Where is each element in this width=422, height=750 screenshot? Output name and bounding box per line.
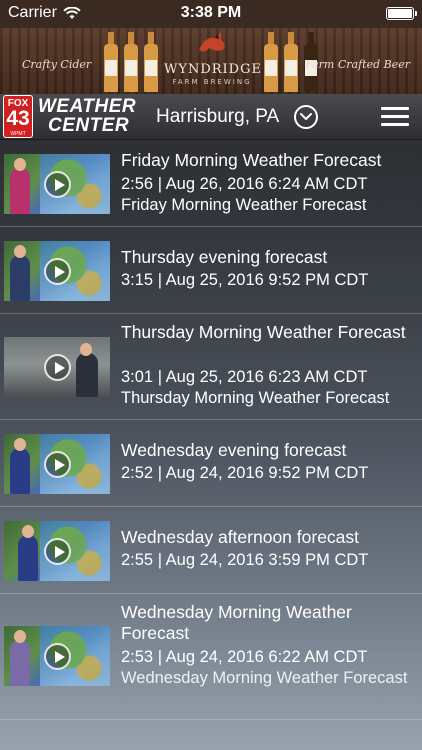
video-thumbnail[interactable] xyxy=(4,434,110,494)
bottle-image xyxy=(144,32,158,92)
video-list-item[interactable]: Wednesday Morning Weather Forecast 2:53 … xyxy=(0,594,422,720)
clock: 3:38 PM xyxy=(180,4,242,21)
video-description: Thursday Morning Weather Forecast xyxy=(121,389,390,407)
video-list-item[interactable]: Thursday Morning Weather Forecast 3:01 |… xyxy=(0,314,422,420)
video-meta: 2:55 | Aug 24, 2016 3:59 PM CDT xyxy=(121,551,369,569)
video-thumbnail[interactable] xyxy=(4,521,110,581)
fox43-logo: FOX 43 WPMT xyxy=(3,95,33,138)
weather-center-logo: WEATHER CENTER xyxy=(38,97,136,135)
video-list-item[interactable]: Friday Morning Weather Forecast 2:56 | A… xyxy=(0,140,422,227)
video-list-item[interactable]: Wednesday evening forecast 2:52 | Aug 24… xyxy=(0,420,422,507)
video-list-item[interactable]: Wednesday afternoon forecast 2:55 | Aug … xyxy=(0,507,422,594)
play-icon[interactable] xyxy=(44,354,71,381)
ad-left-text: Crafty Cider xyxy=(22,58,92,71)
video-title: Wednesday Morning Weather Forecast xyxy=(121,602,352,643)
video-meta: 3:01 | Aug 25, 2016 6:23 AM CDT xyxy=(121,368,368,386)
location-dropdown-button[interactable] xyxy=(294,105,318,129)
play-icon[interactable] xyxy=(44,171,71,198)
video-description: Wednesday Morning Weather Forecast xyxy=(121,669,408,687)
status-bar: Carrier 3:38 PM xyxy=(0,0,422,28)
play-icon[interactable] xyxy=(44,538,71,565)
video-meta: 3:15 | Aug 25, 2016 9:52 PM CDT xyxy=(121,271,369,289)
video-title: Thursday evening forecast xyxy=(121,247,328,267)
play-icon[interactable] xyxy=(44,258,71,285)
app-header: FOX 43 WPMT WEATHER CENTER Harrisburg, P… xyxy=(0,94,422,140)
logo-line-1: WEATHER xyxy=(38,96,137,117)
ad-brand: WYNDRIDGE xyxy=(164,62,262,77)
bottle-image xyxy=(104,32,118,92)
location-label[interactable]: Harrisburg, PA xyxy=(156,106,279,128)
video-list: Friday Morning Weather Forecast 2:56 | A… xyxy=(0,140,422,750)
ad-right-text: Farm Crafted Beer xyxy=(305,58,410,71)
ad-brand-sub: FARM BREWING xyxy=(172,78,252,86)
fox-emblem-icon xyxy=(199,32,225,52)
bottle-image xyxy=(264,32,278,92)
video-thumbnail[interactable] xyxy=(4,626,110,686)
video-title: Wednesday afternoon forecast xyxy=(121,527,360,547)
video-list-item[interactable] xyxy=(0,720,422,750)
logo-number: 43 xyxy=(6,107,30,130)
video-meta: 2:53 | Aug 24, 2016 6:22 AM CDT xyxy=(121,648,368,666)
video-description: Friday Morning Weather Forecast xyxy=(121,196,367,214)
play-icon[interactable] xyxy=(44,643,71,670)
video-meta: 2:56 | Aug 26, 2016 6:24 AM CDT xyxy=(121,175,368,193)
logo-call-letters: WPMT xyxy=(10,131,26,137)
chevron-down-icon xyxy=(300,113,312,120)
bottle-image xyxy=(284,32,298,92)
video-thumbnail[interactable] xyxy=(4,337,110,397)
ad-banner[interactable]: Crafty Cider WYNDRIDGE FARM BREWING Farm… xyxy=(0,28,422,94)
video-list-item[interactable]: Thursday evening forecast 3:15 | Aug 25,… xyxy=(0,227,422,314)
video-meta: 2:52 | Aug 24, 2016 9:52 PM CDT xyxy=(121,464,369,482)
bottle-image xyxy=(124,32,138,92)
video-title: Wednesday evening forecast xyxy=(121,440,347,460)
video-thumbnail[interactable] xyxy=(4,154,110,214)
video-title: Thursday Morning Weather Forecast xyxy=(121,322,406,342)
video-thumbnail[interactable] xyxy=(4,241,110,301)
play-icon[interactable] xyxy=(44,451,71,478)
logo-line-2: CENTER xyxy=(48,115,130,136)
battery-icon xyxy=(386,7,417,20)
video-title: Friday Morning Weather Forecast xyxy=(121,150,382,170)
hamburger-menu-icon[interactable] xyxy=(381,107,409,127)
